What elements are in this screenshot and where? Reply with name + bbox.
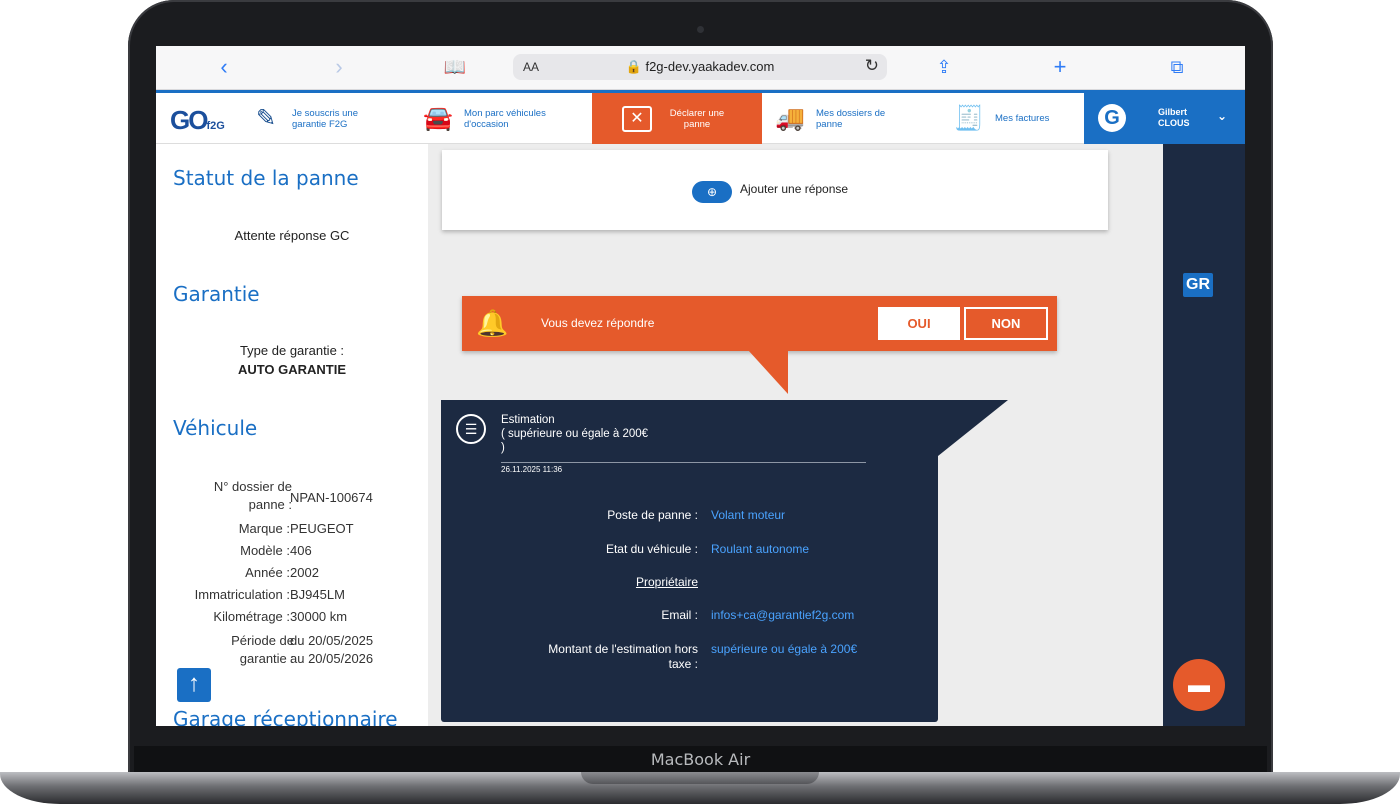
estimation-wing	[938, 400, 1008, 456]
scroll-top-button[interactable]: ↑	[177, 668, 211, 702]
field-label-km: Kilométrage :	[213, 609, 290, 624]
nav-item-parc[interactable]: 🚘 Mon parc véhicules d'occasion	[422, 93, 592, 144]
estimation-close-paren: )	[501, 442, 505, 454]
contract-icon: ✎	[255, 105, 277, 132]
tools-icon: ✕	[622, 105, 652, 132]
vehicule-title: Véhicule	[173, 416, 258, 440]
share-icon[interactable]: ⇪	[929, 54, 959, 80]
field-value-immat: BJ945LM	[290, 587, 345, 602]
address-bar[interactable]: AA 🔒 f2g-dev.yaakadev.com ↻	[513, 54, 887, 80]
field-value-modele: 406	[290, 543, 312, 558]
nav-item-label: Déclarer une panne	[669, 107, 725, 130]
field-value-km: 30000 km	[290, 609, 348, 624]
user-last-name: CLOUS	[1158, 118, 1190, 128]
field-label-dossier: N° dossier de panne :	[213, 479, 292, 512]
status-value: Attente réponse GC	[234, 228, 350, 243]
alert-text: Vous devez répondre	[541, 316, 655, 330]
camera	[697, 26, 704, 33]
row-label: Email :	[661, 608, 698, 622]
screen: ‹ › 📖 AA 🔒 f2g-dev.yaakadev.com ↻ ⇪ + ⧉ …	[156, 46, 1245, 726]
user-menu[interactable]: G Gilbert CLOUS ⌄	[1084, 93, 1245, 144]
estimation-title-text: Estimation	[501, 414, 555, 426]
back-icon[interactable]: ‹	[209, 54, 239, 80]
tabs-icon[interactable]: ⧉	[1162, 54, 1192, 80]
estimation-title: Estimation ( supérieure ou égale à 200€ …	[501, 413, 648, 455]
nav-item-label: Je souscris une garantie F2G	[292, 107, 359, 130]
nav-item-label: Mes factures	[995, 113, 1050, 124]
gr-badge-icon[interactable]: GR	[1183, 273, 1213, 297]
user-name: Gilbert CLOUS	[1158, 107, 1190, 129]
car-icon: 🚘	[423, 105, 453, 132]
reload-icon[interactable]: ↻	[865, 56, 879, 76]
tow-truck-icon: 🚚	[775, 105, 805, 132]
garantie-type-value: AUTO GARANTIE	[237, 362, 347, 377]
new-tab-icon[interactable]: +	[1045, 54, 1075, 80]
invoice-icon: 🧾	[954, 105, 984, 132]
row-value[interactable]: infos+ca@garantief2g.com	[711, 608, 854, 623]
row-label: Etat du véhicule :	[605, 542, 698, 556]
left-panel: Statut de la panne Attente réponse GC Ga…	[156, 144, 428, 726]
nav-item-label: Mes dossiers de panne	[816, 107, 886, 130]
bell-icon: 🔔	[476, 308, 509, 338]
row-label: Montant de l'estimation hors taxe :	[548, 642, 698, 671]
user-first-name: Gilbert	[1158, 107, 1188, 117]
logo-text: GO	[170, 105, 208, 135]
add-response-button[interactable]: ⊕	[692, 181, 732, 203]
add-response-label[interactable]: Ajouter une réponse	[740, 182, 848, 196]
row-label: Propriétaire	[635, 575, 698, 589]
browser-toolbar: ‹ › 📖 AA 🔒 f2g-dev.yaakadev.com ↻ ⇪ + ⧉	[156, 46, 1245, 90]
logo-sub: f2G	[206, 120, 225, 132]
garage-title: Garage réceptionnaire	[173, 707, 398, 726]
device-label: MacBook Air	[650, 750, 751, 769]
row-label: Poste de panne :	[607, 508, 698, 522]
url-text: 🔒 f2g-dev.yaakadev.com	[625, 59, 775, 74]
nav-item-dossiers[interactable]: 🚚 Mes dossiers de panne	[774, 93, 934, 144]
field-value-marque: PEUGEOT	[290, 521, 354, 536]
field-value-annee: 2002	[290, 565, 319, 580]
field-value-periode: du 20/05/2025 au 20/05/2026	[290, 633, 374, 666]
field-label-periode: Période de garantie :	[231, 633, 294, 666]
forward-icon[interactable]: ›	[324, 54, 354, 80]
row-value: Roulant autonome	[711, 542, 810, 556]
yes-button[interactable]: OUI	[878, 307, 960, 340]
main-content: ⊕ Ajouter une réponse 🔔 Vous devez répon…	[428, 144, 1163, 726]
status-title: Statut de la panne	[173, 166, 359, 190]
garantie-type-label: Type de garantie :	[239, 343, 345, 358]
f2g-logo[interactable]: GOf2G	[170, 105, 225, 136]
bookmarks-icon[interactable]: 📖	[440, 54, 470, 80]
nav-item-label: Mon parc véhicules d'occasion	[464, 107, 546, 130]
nav-item-declarer[interactable]: ✕ Déclarer une panne	[592, 93, 762, 144]
user-logo-icon: G	[1098, 104, 1126, 132]
field-label-immat: Immatriculation :	[194, 587, 290, 602]
chevron-down-icon[interactable]: ⌄	[1217, 109, 1227, 123]
nav-item-souscrire[interactable]: ✎ Je souscris une garantie F2G	[250, 93, 410, 144]
nav-item-factures[interactable]: 🧾 Mes factures	[953, 93, 1083, 144]
row-value: Volant moteur	[711, 508, 786, 522]
row-value: supérieure ou égale à 200€	[711, 642, 858, 656]
estimation-subtitle: ( supérieure ou égale à 200€	[501, 428, 649, 440]
app-navbar: GOf2G ✎ Je souscris une garantie F2G 🚘 M…	[156, 90, 1245, 144]
laptop-notch	[581, 772, 819, 784]
right-sidebar: GR ▬	[1163, 144, 1245, 726]
field-label-annee: Année :	[245, 565, 290, 580]
alert-pointer	[748, 350, 788, 394]
field-label-marque: Marque :	[238, 521, 290, 536]
response-alert: 🔔 Vous devez répondre OUI NON	[462, 296, 1057, 351]
field-label-modele: Modèle :	[240, 543, 290, 558]
no-button[interactable]: NON	[964, 307, 1048, 340]
checklist-icon: ☰	[456, 414, 486, 444]
estimation-card: ☰ Estimation ( supérieure ou égale à 200…	[441, 400, 1008, 722]
field-value-dossier: NPAN-100674	[290, 490, 373, 505]
estimation-date: 26.11.2025 11:36	[501, 465, 563, 474]
add-response-card: ⊕ Ajouter une réponse	[442, 150, 1108, 230]
laptop-frame: ‹ › 📖 AA 🔒 f2g-dev.yaakadev.com ↻ ⇪ + ⧉ …	[0, 0, 1400, 804]
chat-icon[interactable]: ▬	[1173, 659, 1225, 711]
divider	[501, 462, 866, 463]
garantie-title: Garantie	[173, 282, 260, 306]
